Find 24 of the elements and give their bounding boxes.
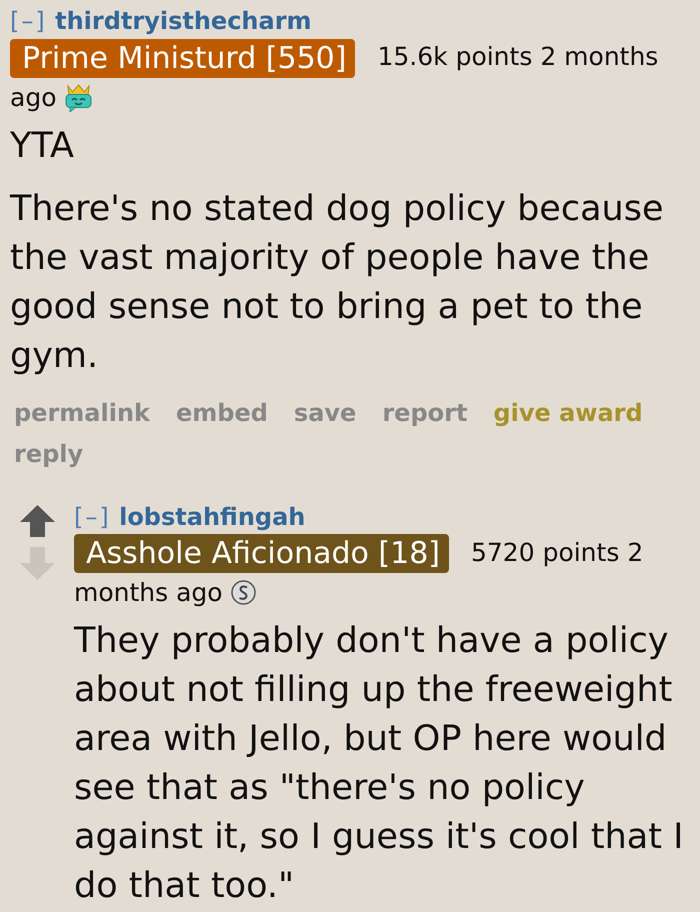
timestamp-text: 2	[627, 538, 644, 567]
comment-action-link[interactable]: save	[290, 392, 360, 434]
comment-text: YTA	[10, 124, 75, 168]
upvote-arrow-icon[interactable]	[20, 504, 55, 537]
timestamp-text: 2 months	[540, 42, 658, 71]
comment-action-link[interactable]: give award	[489, 392, 647, 434]
comment-action-link[interactable]: report	[378, 392, 472, 434]
comment-action-link[interactable]: embed	[172, 392, 272, 434]
username-link[interactable]: lobstahfingah	[119, 502, 306, 531]
user-flair: Asshole Aficionado [18]	[74, 534, 449, 574]
comment-text: They probably don't have a policy about not filling up the freeweight area with Jello, but OP here would see that as "there's no policy against it, so I guess it's cool that I do that too."	[74, 620, 684, 908]
timestamp-text: ago	[10, 82, 56, 112]
user-flair: Prime Ministurd [550]	[10, 38, 356, 78]
crown-bubble-icon	[64, 84, 94, 112]
collapse-toggle[interactable]: [–]	[74, 502, 111, 531]
username-link[interactable]: thirdtryisthecharm	[55, 7, 312, 35]
comment-action-link[interactable]: permalink	[10, 392, 154, 434]
points-text: 15.6k points	[377, 42, 532, 71]
timestamp-text: months ago	[74, 578, 223, 608]
comment-action-link[interactable]: reply	[10, 434, 88, 475]
comment-text: There's no stated dog policy because the vast majority of people have the good sense not to bring a pet to the gym.	[10, 188, 664, 378]
collapse-toggle[interactable]: [–]	[10, 7, 47, 35]
coin-icon	[230, 580, 256, 606]
points-text: 5720 points	[471, 538, 620, 567]
